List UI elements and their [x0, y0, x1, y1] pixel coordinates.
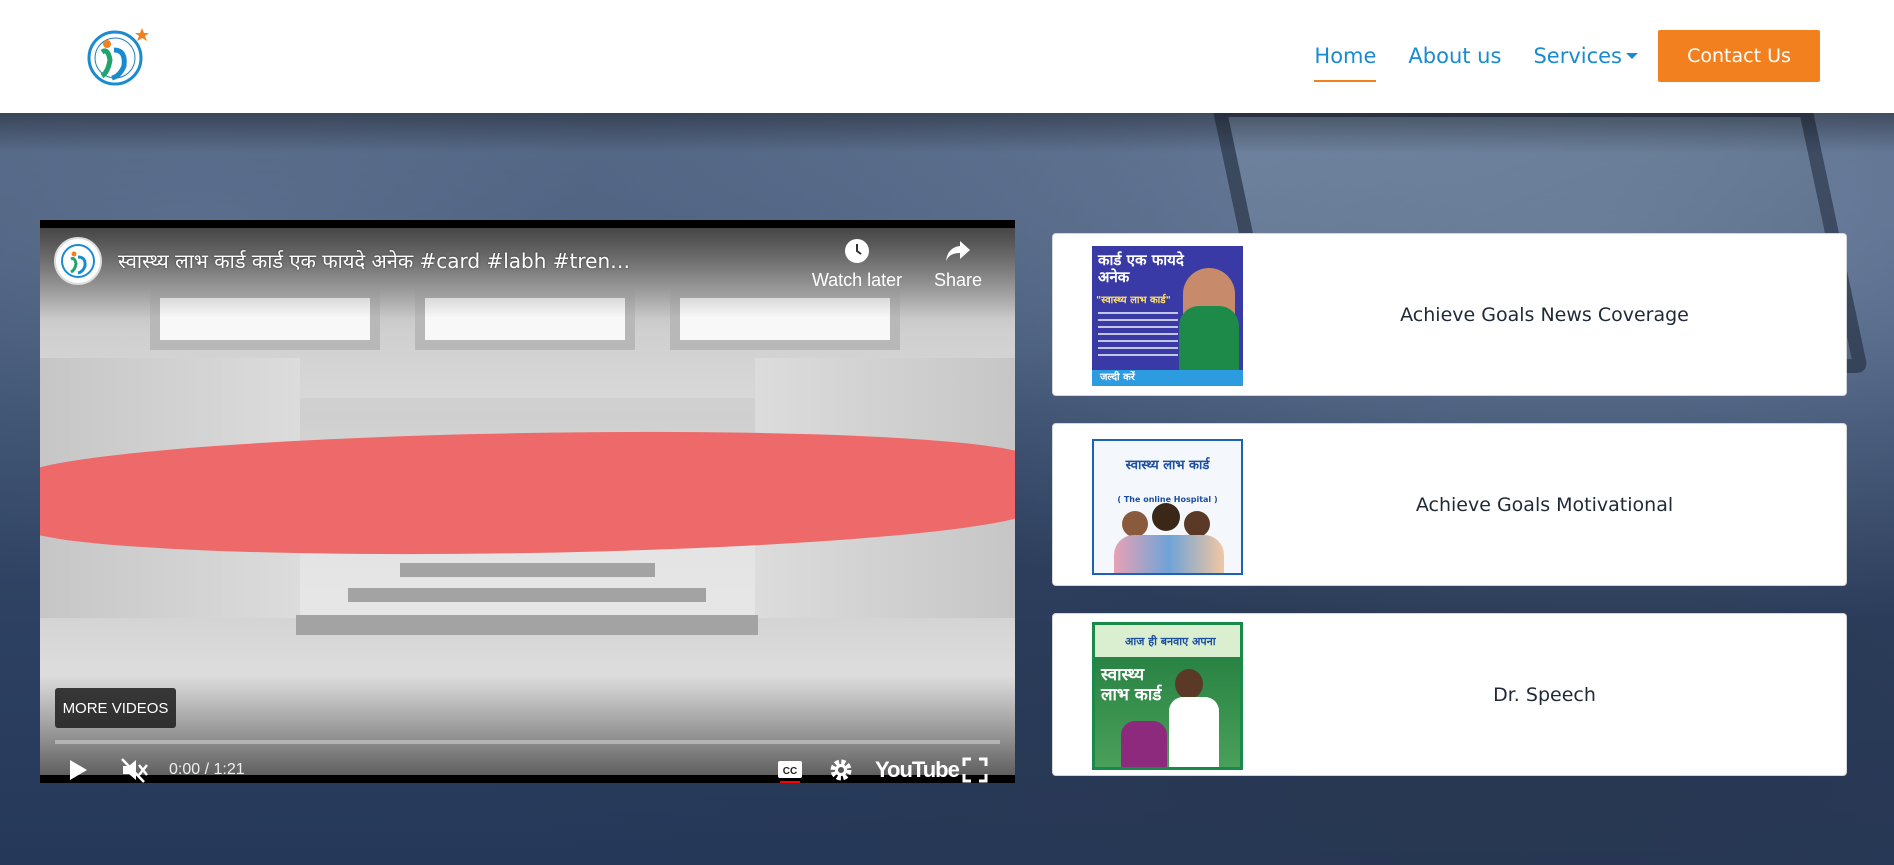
svg-text:CC: CC — [783, 766, 797, 777]
channel-avatar[interactable] — [54, 237, 102, 285]
motivational-title: Achieve Goals Motivational — [1415, 493, 1674, 516]
settings-button[interactable] — [827, 752, 855, 783]
clock-icon — [845, 239, 869, 263]
fullscreen-icon — [962, 757, 988, 783]
video-scene-step — [348, 588, 706, 602]
motivational-thumbnail: स्वास्थ्य लाभ कार्ड ( The online Hospita… — [1092, 439, 1243, 575]
captions-button[interactable]: CC — [776, 752, 804, 783]
settings-icon — [830, 759, 852, 781]
more-videos-button[interactable]: MORE VIDEOS — [55, 688, 176, 728]
news-coverage-thumb-subtitle: "स्वास्थ्य लाभ कार्ड" — [1096, 295, 1171, 306]
video-scene-step — [296, 615, 758, 635]
time-display: 0:00 / 1:21 — [169, 752, 245, 783]
news-coverage-thumb-title: कार्ड एक फायदे अनेक — [1098, 251, 1184, 286]
news-coverage-card[interactable]: कार्ड एक फायदे अनेक "स्वास्थ्य लाभ कार्ड… — [1052, 233, 1847, 396]
video-progress-bar[interactable] — [55, 740, 1000, 744]
header-shadow — [0, 113, 1894, 153]
video-scene-step — [400, 563, 655, 577]
motivational-card[interactable]: स्वास्थ्य लाभ कार्ड ( The online Hospita… — [1052, 423, 1847, 586]
share-icon — [946, 241, 970, 261]
news-coverage-thumb-footer: जल्दी करें — [1092, 370, 1243, 386]
youtube-logo-link[interactable]: YouTube — [875, 752, 960, 783]
nav-about-us[interactable]: About us — [1408, 30, 1501, 82]
dr-speech-card[interactable]: आज ही बनवाए अपना स्वास्थ्य लाभ कार्ड Dr.… — [1052, 613, 1847, 776]
nav-home[interactable]: Home — [1314, 30, 1377, 82]
dr-speech-title: Dr. Speech — [1493, 683, 1596, 706]
news-coverage-thumbnail: कार्ड एक फायदे अनेक "स्वास्थ्य लाभ कार्ड… — [1092, 246, 1243, 386]
contact-us-button[interactable]: Contact Us — [1658, 30, 1820, 82]
nav-services[interactable]: Services — [1533, 30, 1638, 82]
dr-speech-thumb-title: स्वास्थ्य लाभ कार्ड — [1101, 665, 1162, 705]
watch-later-label: Watch later — [811, 270, 903, 290]
news-coverage-title: Achieve Goals News Coverage — [1400, 303, 1689, 326]
video-thumbnail[interactable] — [40, 228, 1015, 775]
main-nav: Home About us Services Contact Us — [1282, 30, 1820, 82]
video-time: 0:00 / 1:21 — [169, 761, 245, 778]
dr-speech-thumbnail: आज ही बनवाए अपना स्वास्थ्य लाभ कार्ड — [1092, 622, 1243, 770]
play-icon — [70, 760, 87, 780]
motivational-thumb-title: स्वास्थ्य लाभ कार्ड — [1125, 458, 1210, 473]
logo-icon[interactable] — [78, 20, 153, 92]
mute-button[interactable] — [120, 752, 150, 783]
youtube-video-player[interactable]: स्वास्थ्य लाभ कार्ड कार्ड एक फायदे अनेक … — [40, 220, 1015, 783]
share-button[interactable]: Share — [908, 238, 1008, 291]
play-button[interactable] — [66, 752, 90, 783]
fullscreen-button[interactable] — [962, 752, 988, 783]
caret-down-icon — [1626, 52, 1638, 59]
hero-section: स्वास्थ्य लाभ कार्ड कार्ड एक फायदे अनेक … — [0, 113, 1894, 865]
youtube-wordmark: YouTube — [875, 757, 960, 782]
mute-icon — [121, 758, 148, 783]
watch-later-button[interactable]: Watch later — [807, 238, 907, 291]
cc-icon: CC — [778, 761, 802, 783]
site-header: Home About us Services Contact Us — [0, 0, 1894, 113]
share-label: Share — [933, 270, 983, 290]
video-title[interactable]: स्वास्थ्य लाभ कार्ड कार्ड एक फायदे अनेक … — [118, 247, 638, 274]
nav-services-label: Services — [1533, 44, 1622, 68]
dr-speech-thumb-subtitle: आज ही बनवाए अपना — [1125, 635, 1216, 648]
